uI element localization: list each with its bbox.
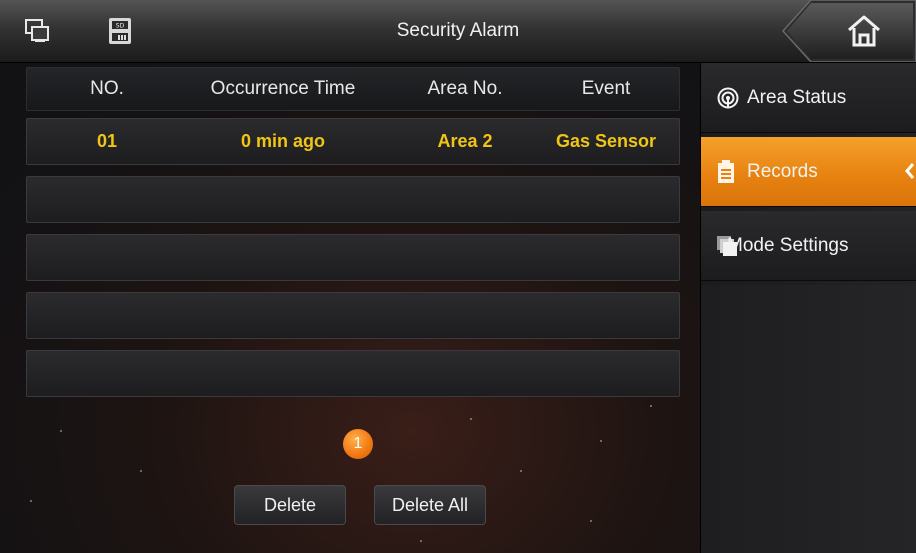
record-area: Area 2 (437, 131, 493, 151)
column-header-no: NO. (90, 78, 124, 99)
column-header-occurrence-time: Occurrence Time (210, 78, 356, 99)
records-table: NO. Occurrence Time Area No. Event 01 0 … (26, 67, 680, 408)
empty-table-row (26, 176, 680, 223)
home-icon[interactable] (846, 14, 882, 48)
sidebar-item-label: Mode Settings (727, 235, 849, 256)
table-header-row: NO. Occurrence Time Area No. Event (26, 67, 680, 111)
home-button-area (771, 0, 916, 62)
sidebar: Area Status Records Mode Settings (700, 63, 916, 553)
sidebar-item-area-status[interactable]: Area Status (701, 63, 916, 133)
sidebar-empty-area (701, 285, 916, 553)
record-event: Gas Sensor (555, 131, 657, 151)
empty-table-row (26, 350, 680, 397)
sidebar-item-mode-settings[interactable]: Mode Settings (701, 211, 916, 281)
record-time: 0 min ago (240, 131, 325, 151)
empty-table-row (26, 292, 680, 339)
delete-button[interactable]: Delete (234, 485, 346, 525)
sidebar-item-label: Area Status (747, 87, 847, 108)
area-status-icon (717, 87, 739, 115)
table-row[interactable]: 01 0 min ago Area 2 Gas Sensor (26, 118, 680, 165)
delete-all-button[interactable]: Delete All (374, 485, 486, 525)
chevron-left-icon (903, 161, 915, 187)
column-header-area-no: Area No. (427, 78, 503, 99)
records-clipboard-icon (717, 160, 735, 190)
page-indicator[interactable]: 1 (343, 429, 373, 459)
record-no: 01 (96, 131, 118, 151)
sidebar-item-label: Records (747, 161, 818, 182)
column-header-event: Event (581, 78, 631, 99)
empty-table-row (26, 234, 680, 281)
security-alarm-screen: SD Security Alarm NO. Occurrence Time Ar… (0, 0, 916, 553)
sidebar-item-records[interactable]: Records (701, 137, 916, 207)
top-bar: SD Security Alarm (0, 0, 916, 63)
